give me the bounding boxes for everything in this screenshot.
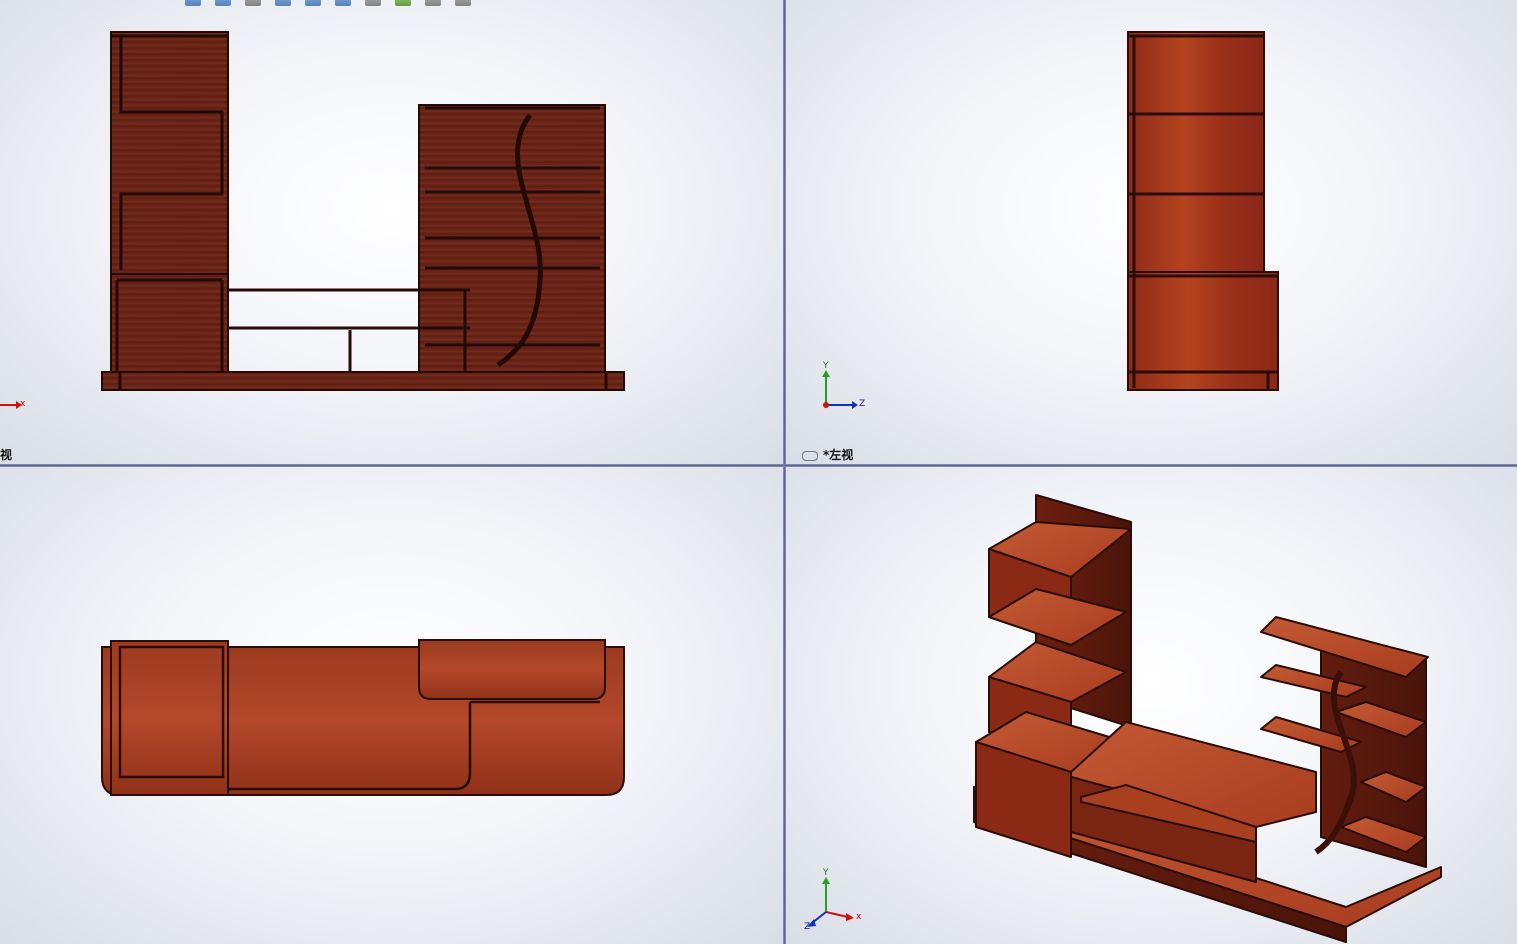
svg-text:Z: Z: [859, 399, 865, 409]
heads-up-toolbar[interactable]: [185, 0, 471, 6]
svg-text:Z: Z: [804, 922, 810, 932]
top-view-model[interactable]: [0, 467, 783, 944]
horizontal-viewport-splitter[interactable]: [0, 464, 1517, 467]
left-view-label-text: *左视: [823, 448, 854, 462]
zoom-to-fit-icon[interactable]: [185, 0, 201, 6]
front-axis-triad: x: [0, 399, 26, 409]
link-views-icon[interactable]: [802, 450, 818, 461]
front-view-model[interactable]: x: [0, 0, 783, 464]
left-viewport[interactable]: Y Z *左视: [786, 0, 1517, 464]
top-viewport[interactable]: [0, 467, 783, 944]
front-viewport[interactable]: x 视: [0, 0, 783, 464]
vertical-viewport-splitter[interactable]: [783, 0, 786, 944]
previous-view-icon[interactable]: [245, 0, 261, 6]
zoom-area-icon[interactable]: [215, 0, 231, 6]
left-view-model[interactable]: Y Z: [786, 0, 1517, 464]
left-view-label: *左视: [802, 446, 853, 463]
apply-scene-icon[interactable]: [425, 0, 441, 6]
isometric-viewport[interactable]: Y x Z: [786, 467, 1517, 944]
front-view-label: 视: [0, 448, 13, 462]
edit-appearance-icon[interactable]: [395, 0, 411, 6]
svg-text:x: x: [20, 399, 26, 409]
left-axis-triad: Y Z: [822, 361, 865, 409]
view-orientation-icon[interactable]: [305, 0, 321, 6]
hide-show-icon[interactable]: [365, 0, 381, 6]
isometric-view-model[interactable]: Y x Z: [786, 467, 1517, 944]
section-view-icon[interactable]: [275, 0, 291, 6]
iso-axis-triad: Y x Z: [804, 868, 862, 932]
view-settings-icon[interactable]: [455, 0, 471, 6]
svg-text:Y: Y: [822, 868, 829, 878]
svg-text:x: x: [856, 912, 862, 922]
svg-text:Y: Y: [822, 361, 829, 371]
display-style-icon[interactable]: [335, 0, 351, 6]
